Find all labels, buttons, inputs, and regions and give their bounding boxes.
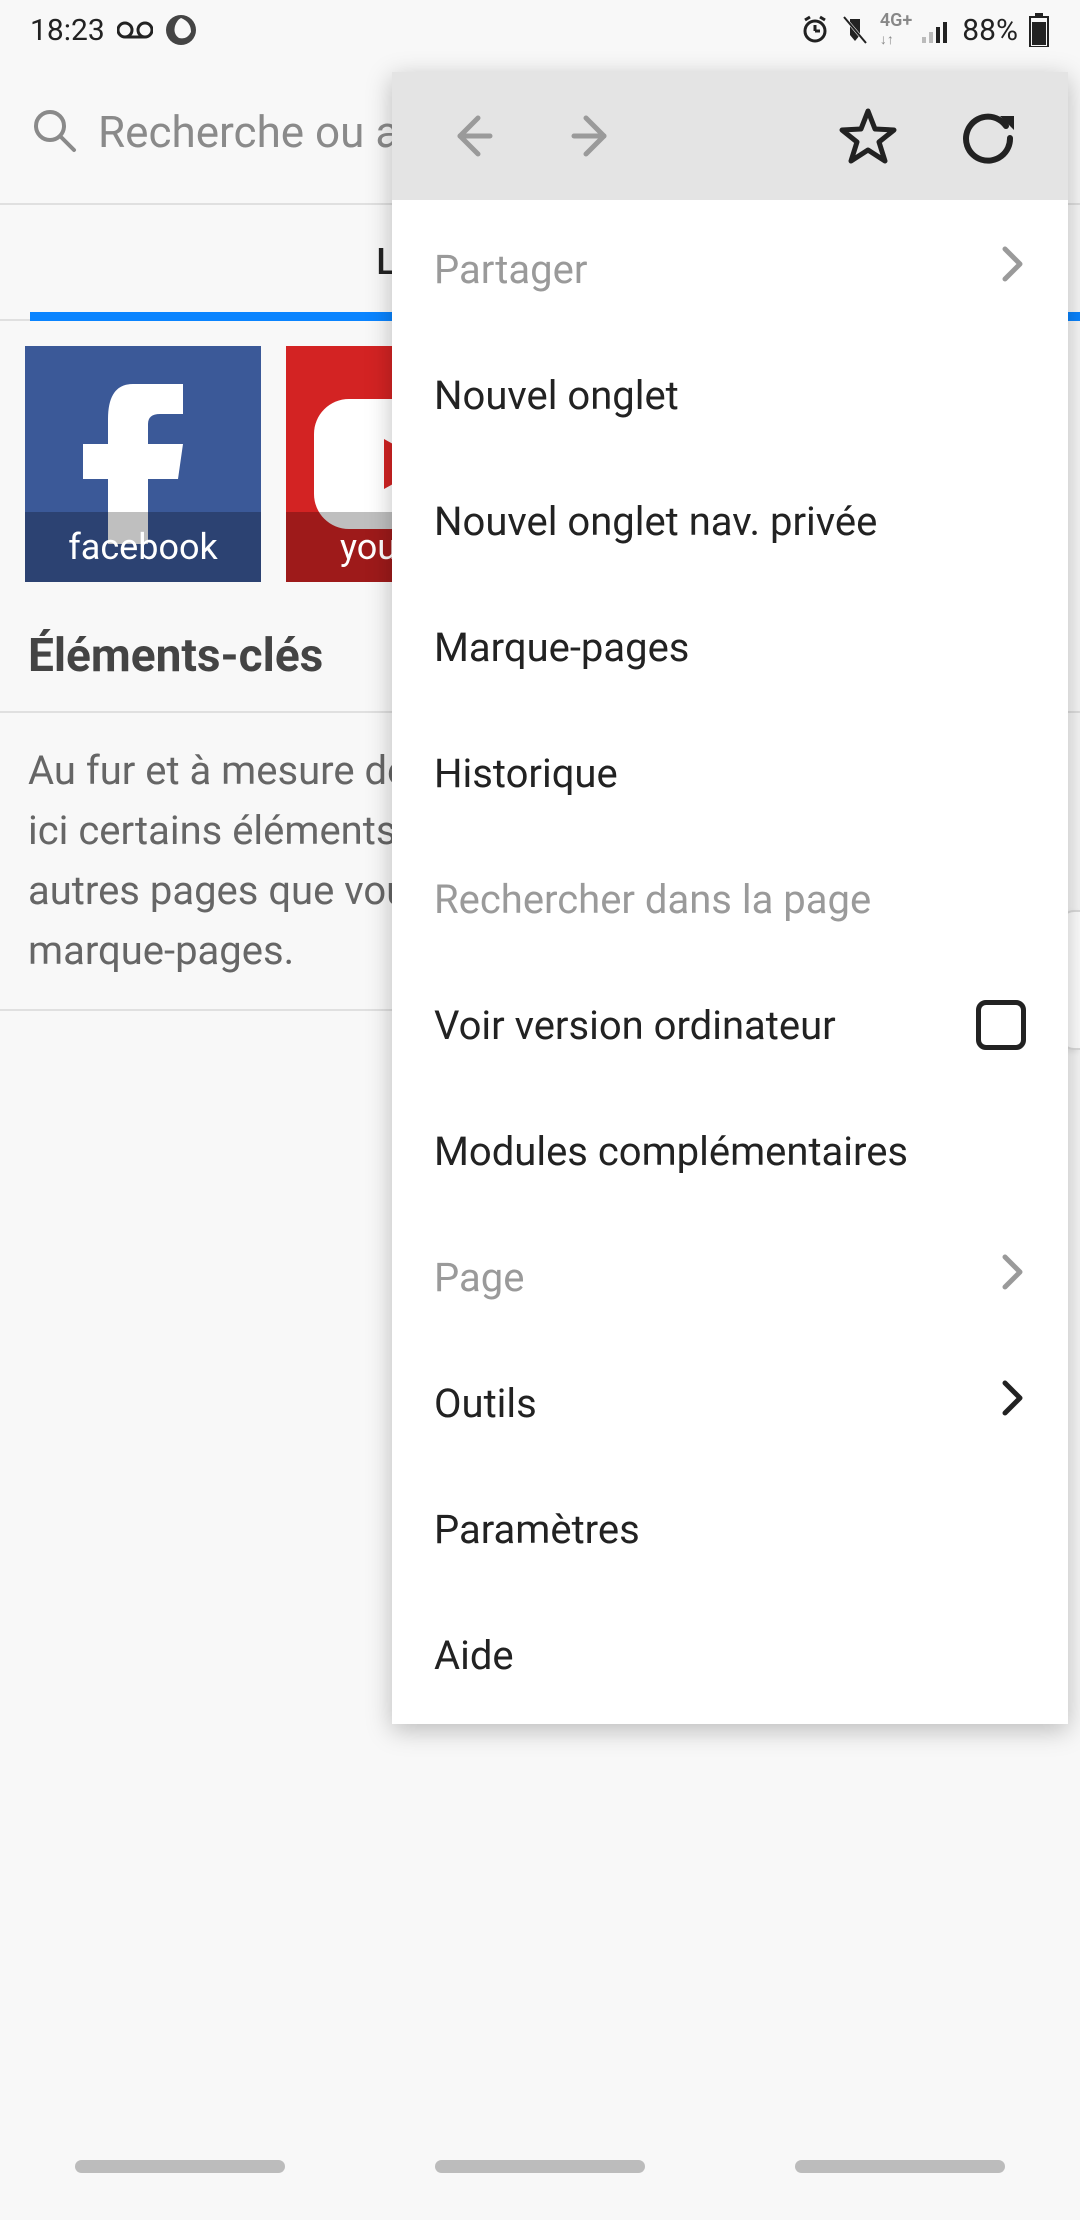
overflow-menu: Partager Nouvel onglet Nouvel onglet nav… (392, 72, 1068, 1724)
menu-nav-row (392, 72, 1068, 200)
menu-new-tab-label: Nouvel onglet (434, 372, 679, 419)
voicemail-icon (117, 20, 153, 40)
menu-settings[interactable]: Paramètres (392, 1466, 1068, 1592)
tile-label: facebook (25, 512, 261, 582)
chevron-right-icon (1000, 1378, 1026, 1428)
menu-new-private-label: Nouvel onglet nav. privée (434, 498, 877, 545)
status-bar: 18:23 4G+↓↑ 88% (0, 0, 1080, 60)
reload-button[interactable] (928, 72, 1048, 200)
chevron-right-icon (1000, 244, 1026, 294)
menu-desktop-site[interactable]: Voir version ordinateur (392, 962, 1068, 1088)
menu-list: Partager Nouvel onglet Nouvel onglet nav… (392, 200, 1068, 1724)
bookmark-star-button[interactable] (808, 72, 928, 200)
alarm-icon (800, 15, 830, 45)
status-time: 18:23 (30, 13, 105, 48)
search-icon (30, 106, 78, 158)
desktop-site-checkbox[interactable] (976, 1000, 1026, 1050)
menu-share[interactable]: Partager (392, 206, 1068, 332)
menu-help[interactable]: Aide (392, 1592, 1068, 1718)
status-left: 18:23 (30, 13, 197, 48)
chevron-right-icon (1000, 1252, 1026, 1302)
menu-share-label: Partager (434, 246, 587, 293)
menu-new-tab[interactable]: Nouvel onglet (392, 332, 1068, 458)
menu-tools-label: Outils (434, 1380, 537, 1427)
menu-page-label: Page (434, 1254, 524, 1301)
menu-find-in-page[interactable]: Rechercher dans la page (392, 836, 1068, 962)
menu-bookmarks-label: Marque-pages (434, 624, 689, 671)
forward-button[interactable] (532, 72, 652, 200)
back-button[interactable] (412, 72, 532, 200)
menu-history-label: Historique (434, 750, 618, 797)
menu-addons[interactable]: Modules complémentaires (392, 1088, 1068, 1214)
status-right: 4G+↓↑ 88% (800, 12, 1050, 48)
nav-back[interactable] (795, 2160, 1005, 2173)
menu-help-label: Aide (434, 1632, 514, 1679)
menu-page[interactable]: Page (392, 1214, 1068, 1340)
menu-tools[interactable]: Outils (392, 1340, 1068, 1466)
vibrate-icon (840, 15, 870, 45)
nav-recents[interactable] (75, 2160, 285, 2173)
menu-find-label: Rechercher dans la page (434, 876, 871, 923)
nav-home[interactable] (435, 2160, 645, 2173)
menu-addons-label: Modules complémentaires (434, 1128, 908, 1175)
network-type: 4G+↓↑ (880, 12, 912, 48)
top-site-tile[interactable]: facebook (25, 346, 261, 582)
menu-history[interactable]: Historique (392, 710, 1068, 836)
firefox-icon (165, 14, 197, 46)
battery-text: 88% (962, 13, 1018, 48)
menu-bookmarks[interactable]: Marque-pages (392, 584, 1068, 710)
menu-settings-label: Paramètres (434, 1506, 640, 1553)
menu-desktop-label: Voir version ordinateur (434, 1002, 836, 1049)
battery-icon (1028, 13, 1050, 47)
signal-icon (922, 17, 952, 43)
system-nav-bar (0, 2112, 1080, 2220)
menu-new-private-tab[interactable]: Nouvel onglet nav. privée (392, 458, 1068, 584)
